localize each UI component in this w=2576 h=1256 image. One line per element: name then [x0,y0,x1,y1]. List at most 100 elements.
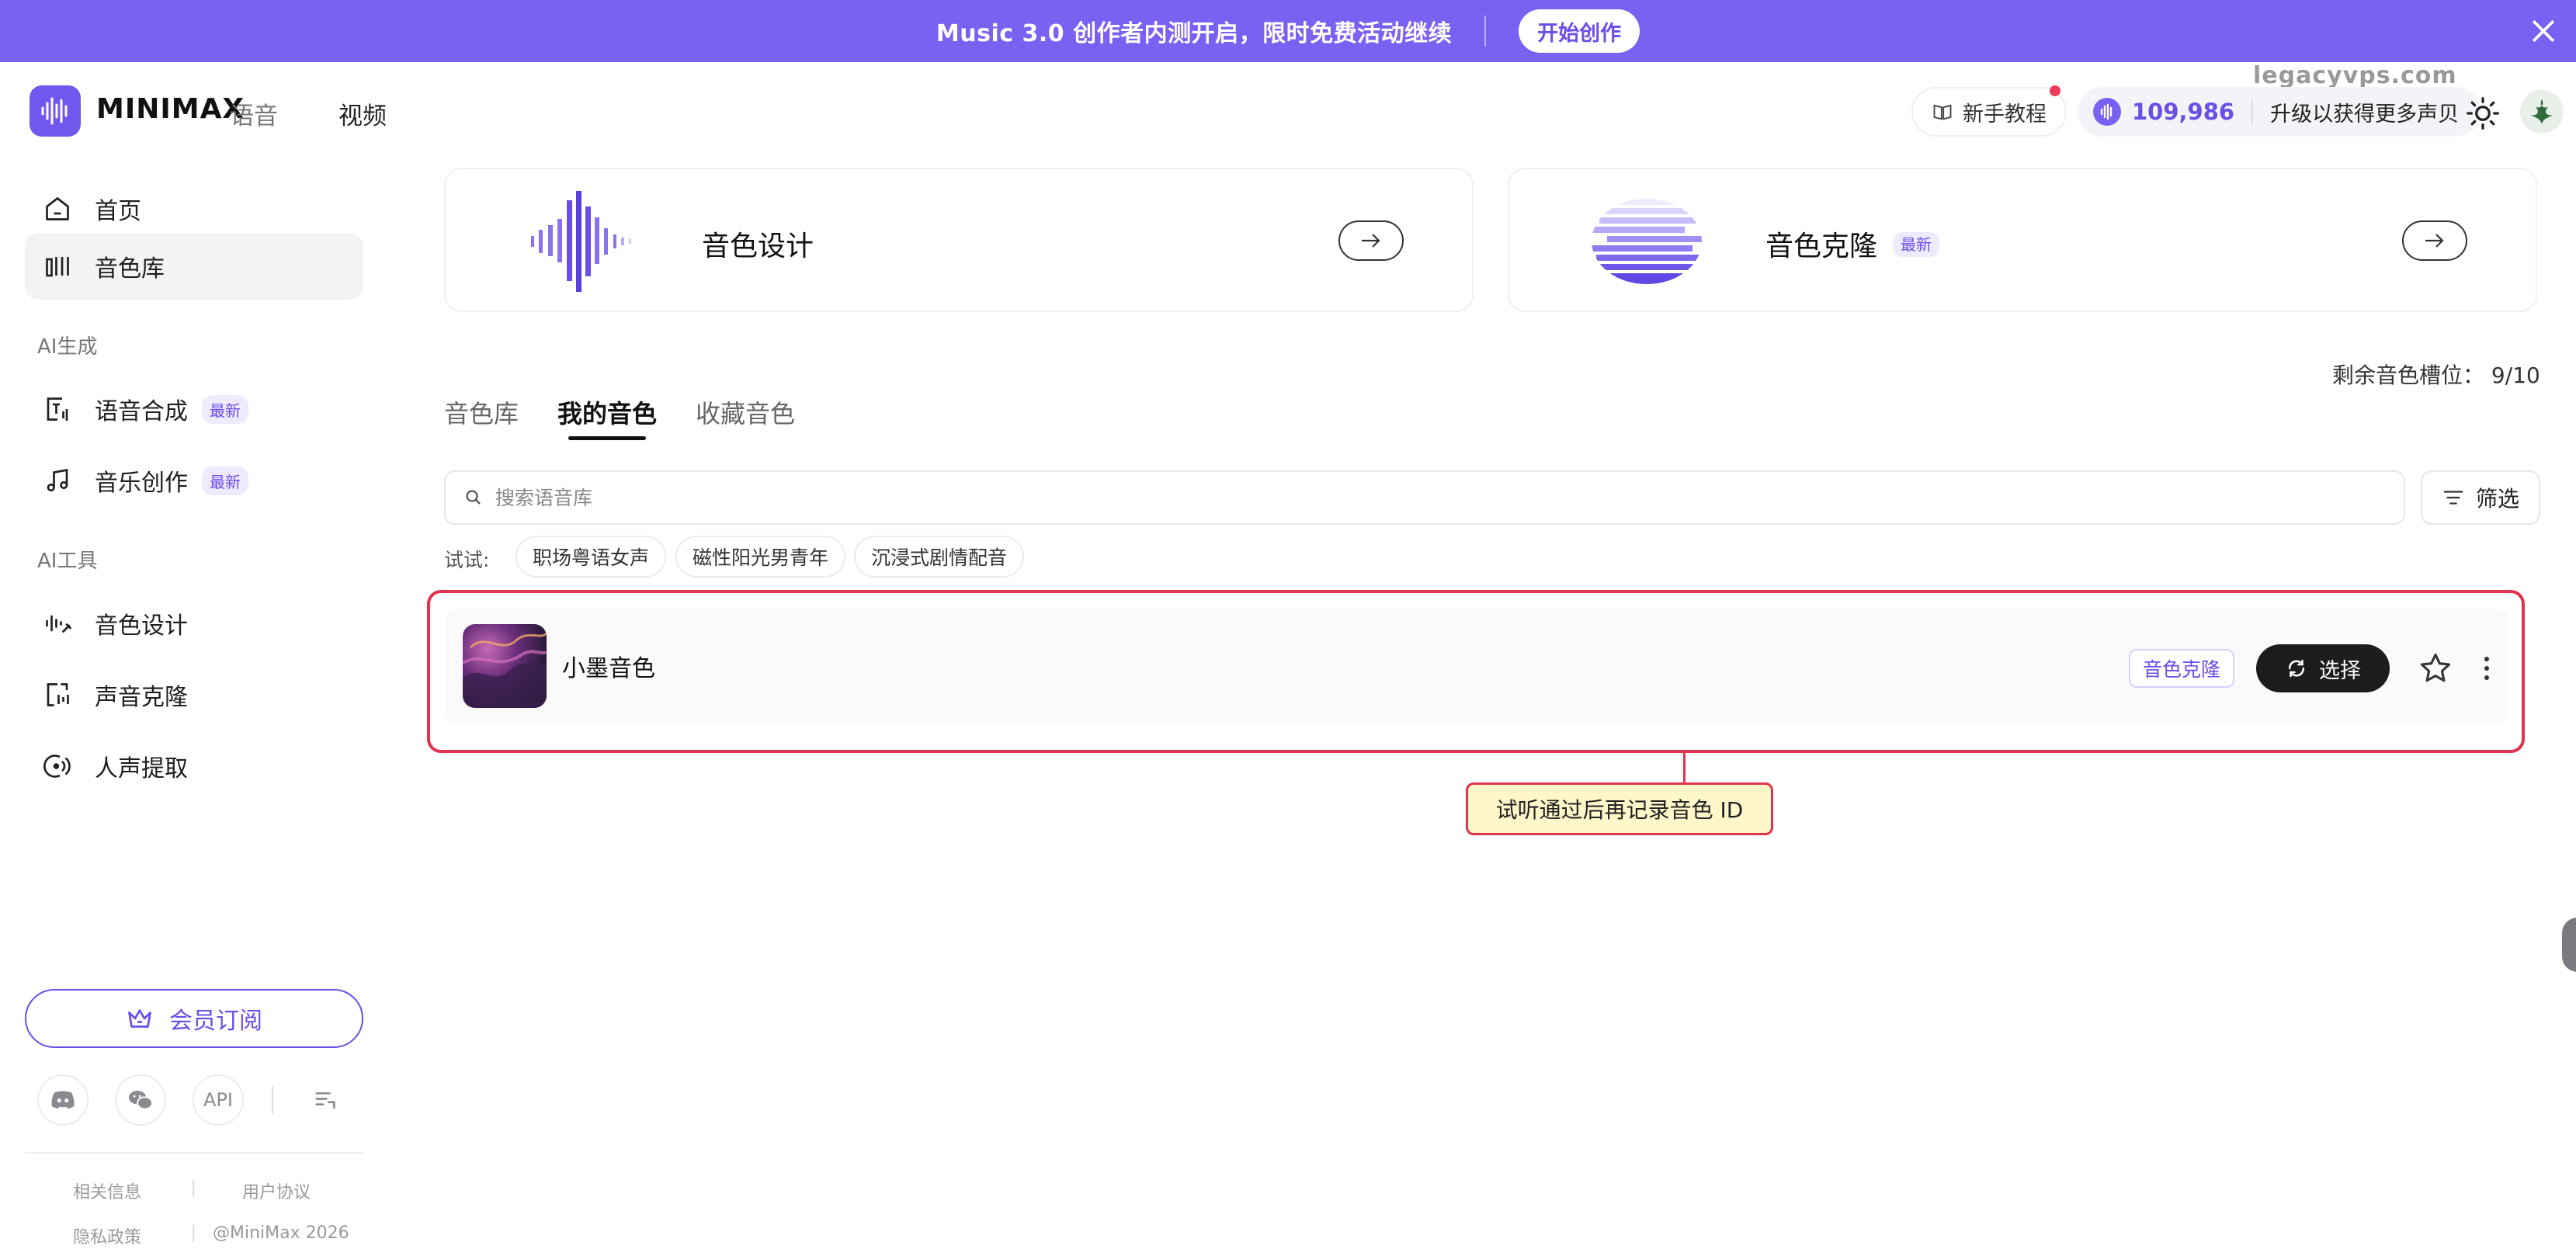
page: Music 3.0 创作者内测开启，限时免费活动继续 开始创作 MINIMAX … [0,0,2576,1256]
select-voice-button[interactable]: 选择 [2256,644,2390,692]
sun-icon[interactable] [2466,96,2500,130]
nav-voice[interactable]: 语音 [230,96,278,131]
tab-my-voices[interactable]: 我的音色 [557,394,657,430]
membership-button[interactable]: 会员订阅 [25,989,363,1048]
logo-icon[interactable] [30,85,81,137]
search-input[interactable] [495,486,2281,509]
sidebar-item-voice-design[interactable]: 音色设计 [25,590,363,657]
library-icon [42,251,73,282]
star-icon[interactable] [2418,651,2453,686]
suggestion-chip[interactable]: 职场粤语女声 [516,536,667,578]
select-label: 选择 [2319,658,2361,683]
upgrade-link[interactable]: 升级以获得更多声贝 [2270,97,2459,127]
avatar[interactable] [2520,90,2564,134]
suggestion-chip[interactable]: 沉浸式剧情配音 [854,536,1025,578]
sound-credit-icon [2093,98,2121,126]
text-to-speech-icon [42,394,73,425]
voice-design-title: 音色设计 [702,231,814,262]
top-banner: Music 3.0 创作者内测开启，限时免费活动继续 开始创作 [0,0,2576,62]
callout-connector [1683,753,1686,784]
annotation-callout: 试听通过后再记录音色 ID [1466,782,1773,835]
sidebar: 首页 音色库 AI生成 语音合成 最新 音乐创作 最新 AI工具 音色设计 声音… [0,158,388,1256]
notification-dot [2050,85,2060,96]
tutorial-button[interactable]: 新手教程 [1911,87,2067,137]
tab-favorite-voices[interactable]: 收藏音色 [696,394,795,430]
voice-clone-title: 音色克隆 最新 [1765,224,1940,264]
sidebar-label-voice-clone: 声音克隆 [95,684,188,711]
sidebar-item-voice-library[interactable]: 音色库 [25,233,363,300]
try-label: 试试: [444,549,490,571]
api-link[interactable]: API [193,1074,244,1126]
refresh-icon [2289,659,2304,678]
active-tab-indicator [568,436,646,440]
nav-video[interactable]: 视频 [338,96,387,131]
voice-row-highlight: 小墨音色 音色克隆 选择 [427,590,2525,753]
sidebar-item-voice-clone[interactable]: 声音克隆 [25,661,363,728]
discord-icon[interactable] [37,1074,89,1126]
close-icon[interactable] [2526,14,2560,48]
search-icon [466,490,481,505]
voice-list-item[interactable]: 小墨音色 音色克隆 选择 [446,609,2508,722]
section-ai-tools: AI工具 [37,550,98,573]
music-note-icon [42,465,73,496]
start-creating-button[interactable]: 开始创作 [1519,9,1640,53]
waveform-illustration [531,191,631,292]
sidebar-label-voice-design: 音色设计 [95,612,188,640]
copyright: @MiniMax 2026 [213,1223,349,1243]
arrow-right-icon[interactable] [2402,220,2467,261]
voice-thumbnail [463,624,547,708]
footer-separator [193,1225,194,1242]
watermark: legacyvps.com [2253,62,2457,89]
new-badge: 最新 [1893,231,1940,257]
footer-divider [25,1152,363,1154]
filter-label: 筛选 [2475,486,2519,512]
user-agreement-link[interactable]: 用户协议 [242,1178,311,1203]
filter-icon [2443,491,2463,505]
new-badge: 最新 [202,466,248,495]
related-info-link[interactable]: 相关信息 [73,1178,141,1203]
scroll-handle[interactable] [2562,918,2576,972]
voice-design-card[interactable]: 音色设计 [444,168,1474,312]
api-label: API [203,1089,233,1111]
sidebar-item-tts[interactable]: 语音合成 最新 [25,376,363,442]
sidebar-label-voice-library: 音色库 [95,255,165,283]
privacy-policy-link[interactable]: 隐私政策 [73,1223,141,1248]
section-ai-generation: AI生成 [37,335,98,359]
sidebar-label-vocal-extract: 人声提取 [95,755,188,782]
new-badge: 最新 [202,394,248,424]
tab-voice-library[interactable]: 音色库 [444,394,519,430]
voice-clone-title-text: 音色克隆 [1765,231,1878,262]
arrow-right-icon[interactable] [1338,220,1404,261]
suggestion-chip[interactable]: 磁性阳光男青年 [675,536,846,578]
waveform-icon [42,608,73,639]
sidebar-label-home: 首页 [95,198,141,225]
social-separator [272,1086,273,1114]
search-box[interactable] [444,470,2405,525]
home-icon [42,193,73,224]
tutorial-label: 新手教程 [1963,102,2047,127]
changelog-icon[interactable] [307,1082,343,1118]
sidebar-label-tts: 语音合成 [95,398,188,425]
wechat-icon[interactable] [115,1074,166,1126]
more-options-icon[interactable] [2475,651,2498,686]
filter-button[interactable]: 筛选 [2421,470,2540,525]
banner-divider [1484,16,1487,47]
clone-icon [42,679,73,710]
crown-icon [128,1009,151,1028]
vocal-extract-icon [42,751,73,782]
membership-label: 会员订阅 [169,1008,262,1035]
voice-type-tag: 音色克隆 [2129,649,2235,688]
credits-value: 109,986 [2132,99,2235,125]
banner-text: Music 3.0 创作者内测开启，限时免费活动继续 [936,20,1453,47]
credits-pill[interactable]: 109,986 升级以获得更多声贝 [2078,87,2481,137]
sidebar-item-vocal-extract[interactable]: 人声提取 [25,733,363,800]
book-icon [1933,104,1952,120]
logo-text[interactable]: MINIMAX [96,93,245,125]
voice-clone-card[interactable]: 音色克隆 最新 [1508,168,2537,312]
header: MINIMAX 语音 视频 legacyvps.com 新手教程 109,986 [0,62,2576,158]
remaining-slots: 剩余音色槽位： 9/10 [2332,363,2540,388]
clone-illustration [1592,199,1702,284]
voice-name: 小墨音色 [562,655,655,682]
sidebar-label-music: 音乐创作 [95,470,188,497]
sidebar-item-music[interactable]: 音乐创作 最新 [25,447,363,514]
